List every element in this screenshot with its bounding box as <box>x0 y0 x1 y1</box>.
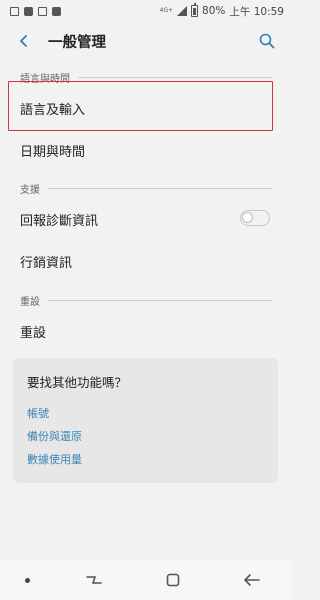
section-divider <box>78 77 272 78</box>
suggestions-card: 要找其他功能嗎？ 帳號 備份與還原 數據使用量 <box>13 358 278 483</box>
suggestions-card-title: 要找其他功能嗎？ <box>27 375 128 390</box>
home-button[interactable] <box>158 565 188 595</box>
settings-item-label: 行銷資訊 <box>20 255 73 271</box>
clock: 上午 10:59 <box>229 5 284 18</box>
nav-hide-dot-icon[interactable] <box>24 577 30 583</box>
settings-item-date-time[interactable]: 日期與時間 <box>20 140 272 160</box>
section-header-label: 支援 <box>20 185 40 196</box>
back-button[interactable] <box>12 29 36 53</box>
back-nav-button[interactable] <box>237 565 267 595</box>
recents-icon <box>86 576 102 584</box>
search-button[interactable] <box>254 28 280 54</box>
app-header: 一般管理 <box>0 22 292 60</box>
recents-button[interactable] <box>79 565 109 595</box>
back-arrow-icon <box>20 35 27 47</box>
settings-item-language-input[interactable]: 語言及輸入 <box>20 98 272 118</box>
section-header-support: 支援 <box>20 181 272 196</box>
link-accounts[interactable]: 帳號 <box>27 401 264 424</box>
status-right: 4G+ 80% 上午 10:59 <box>159 3 284 19</box>
settings-item-label: 語言及輸入 <box>20 102 86 118</box>
settings-item-reset[interactable]: 重設 <box>20 320 272 342</box>
settings-item-report-diagnostics[interactable]: 回報診斷資訊 <box>20 208 272 230</box>
back-nav-icon <box>244 574 261 586</box>
link-backup-restore[interactable]: 備份與還原 <box>27 424 264 447</box>
status-bar: 4G+ 80% 上午 10:59 <box>0 0 292 22</box>
signal-icon <box>177 6 188 16</box>
battery-icon <box>191 3 199 17</box>
battery-percent: 80% <box>202 5 226 17</box>
toggle-knob <box>242 212 253 223</box>
section-divider <box>48 300 272 301</box>
section-header-label: 重設 <box>20 297 40 308</box>
bag-notification-icon <box>52 6 61 16</box>
home-icon <box>166 573 180 587</box>
message-notification-icon <box>24 6 33 16</box>
settings-item-label: 日期與時間 <box>20 144 86 160</box>
screenshot-notification-icon <box>38 6 47 16</box>
page-title: 一般管理 <box>48 34 106 51</box>
settings-item-label: 回報診斷資訊 <box>20 213 99 229</box>
section-header-reset: 重設 <box>20 293 272 308</box>
diagnostics-toggle[interactable] <box>240 210 270 226</box>
section-divider <box>48 188 272 189</box>
navigation-bar <box>0 560 292 600</box>
gallery-notification-icon <box>10 6 19 16</box>
search-icon <box>259 33 275 49</box>
status-left <box>10 6 61 16</box>
settings-item-label: 重設 <box>20 325 47 341</box>
settings-item-marketing-info[interactable]: 行銷資訊 <box>20 250 272 272</box>
network-type: 4G+ <box>159 7 174 14</box>
link-data-usage[interactable]: 數據使用量 <box>27 447 264 470</box>
